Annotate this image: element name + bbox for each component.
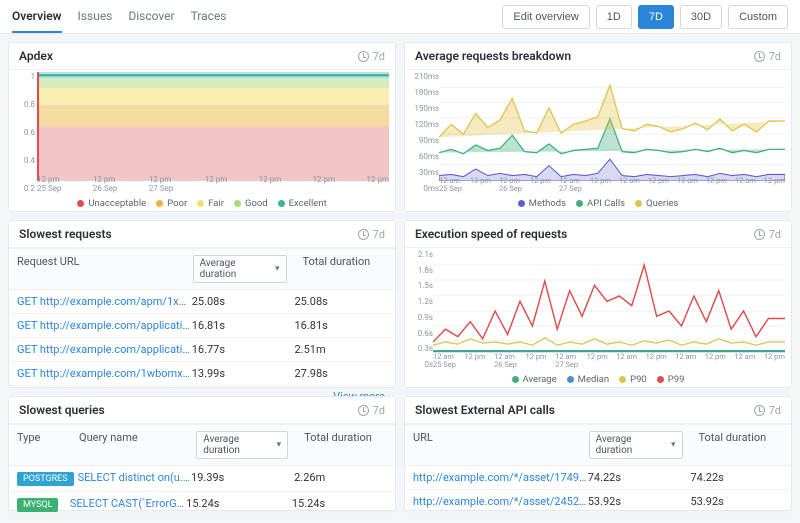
breakdown-chart	[439, 72, 785, 181]
col-name: Query name	[71, 425, 188, 465]
y-axis: 10.80.60.40.2	[13, 72, 35, 193]
card-range[interactable]: 7d	[754, 404, 781, 417]
nav-tabs: Overview Issues Discover Traces	[12, 1, 227, 33]
table-row[interactable]: GET http://example.com/applicatio...16.8…	[9, 314, 395, 338]
apdex-chart	[37, 72, 389, 181]
col-total: Total duration	[295, 249, 396, 289]
col-sort[interactable]: Average duration▾	[188, 425, 296, 465]
card-title: Slowest queries	[19, 403, 105, 417]
db-badge: POSTGRES	[17, 472, 74, 486]
tab-discover[interactable]: Discover	[128, 1, 174, 33]
table-row[interactable]: http://example.com/*/asset/2452181211?lo…	[405, 490, 791, 514]
col-total: Total duration	[296, 425, 395, 465]
card-title: Average requests breakdown	[415, 49, 571, 63]
exec-speed-chart	[433, 250, 785, 357]
col-sort[interactable]: Average duration▾	[581, 425, 691, 465]
col-url: Request URL	[9, 249, 185, 289]
table-row[interactable]: POSTGRESSELECT distinct on(u.uni...19.39…	[9, 466, 395, 492]
card-range[interactable]: 7d	[754, 228, 781, 241]
card-slowest-requests: Slowest requests 7d Request URL Average …	[8, 220, 396, 388]
card-exec-speed: Execution speed of requests 7d 2.1s1.8s1…	[404, 220, 792, 388]
edit-overview-button[interactable]: Edit overview	[502, 5, 589, 29]
chevron-down-icon: ▾	[277, 440, 282, 450]
legend: Unacceptable Poor Fair Good Excellent	[9, 198, 395, 209]
card-range[interactable]: 7d	[754, 50, 781, 63]
card-breakdown: Average requests breakdown 7d 210ms180ms…	[404, 42, 792, 212]
card-range[interactable]: 7d	[358, 50, 385, 63]
table-row[interactable]: GET http://example.com/applicatio...16.7…	[9, 338, 395, 362]
db-badyge: MYSQL	[17, 498, 58, 512]
y-axis: 210ms180ms150ms120ms90ms60ms30ms0ms	[409, 72, 439, 193]
range-custom-button[interactable]: Custom	[728, 5, 788, 29]
table-row[interactable]: GET http://example.com/apm/1xp...25.08s2…	[9, 290, 395, 314]
chevron-down-icon: ▾	[275, 264, 280, 274]
card-title: Slowest External API calls	[415, 403, 555, 417]
legend: Average Median P90 P99	[405, 374, 791, 385]
clock-icon	[358, 51, 369, 62]
col-total: Total duration	[691, 425, 792, 465]
table-header: URL Average duration▾ Total duration	[405, 424, 791, 466]
x-axis: 12 am25 Sep 12 pm 12 am26 Sep 12 pm 12 a…	[433, 353, 785, 369]
clock-icon	[754, 51, 765, 62]
y-axis: 2.1s1.8s1.5s1.2s0.9s0.6s0.3s0s	[409, 250, 433, 369]
clock-icon	[754, 229, 765, 240]
legend: Methods API Calls Queries	[405, 198, 791, 209]
col-url: URL	[405, 425, 581, 465]
card-slowest-queries: Slowest queries 7d Type Query name Avera…	[8, 396, 396, 511]
card-title: Execution speed of requests	[415, 227, 567, 241]
col-type: Type	[9, 425, 71, 465]
table-header: Type Query name Average duration▾ Total …	[9, 424, 395, 466]
range-7d-button[interactable]: 7D	[638, 5, 674, 29]
card-title: Apdex	[19, 49, 53, 63]
card-title: Slowest requests	[19, 227, 112, 241]
topbar: Overview Issues Discover Traces Edit ove…	[0, 0, 800, 34]
card-range[interactable]: 7d	[358, 404, 385, 417]
table-row[interactable]: MYSQLSELECT CAST(`ErrorGro...15.24s15.24…	[9, 492, 395, 518]
range-1d-button[interactable]: 1D	[596, 5, 632, 29]
col-sort[interactable]: Average duration▾	[185, 249, 295, 289]
chevron-down-icon: ▾	[671, 440, 676, 450]
card-range[interactable]: 7d	[358, 228, 385, 241]
range-30d-button[interactable]: 30D	[680, 5, 722, 29]
toolbar: Edit overview 1D 7D 30D Custom	[502, 5, 788, 29]
table-row[interactable]: http://example.com/*/asset/1749749435?lo…	[405, 466, 791, 490]
card-apdex: Apdex 7d 10.80.60.40.2 12 pm25 Sep	[8, 42, 396, 212]
clock-icon	[754, 405, 765, 416]
table-row[interactable]: GET http://example.com/1wbomx9...13.99s2…	[9, 362, 395, 386]
clock-icon	[358, 229, 369, 240]
x-axis: 12 pm25 Sep 12 pm26 Sep 12 pm27 Sep 12 p…	[37, 176, 389, 193]
tab-issues[interactable]: Issues	[78, 1, 113, 33]
tab-traces[interactable]: Traces	[191, 1, 227, 33]
x-axis: 12 am25 Sep 12 pm 12 am26 Sep 12 pm 12 a…	[439, 177, 785, 193]
table-header: Request URL Average duration▾ Total dura…	[9, 248, 395, 290]
clock-icon	[358, 405, 369, 416]
tab-overview[interactable]: Overview	[12, 1, 62, 33]
card-slowest-api: Slowest External API calls 7d URL Averag…	[404, 396, 792, 511]
